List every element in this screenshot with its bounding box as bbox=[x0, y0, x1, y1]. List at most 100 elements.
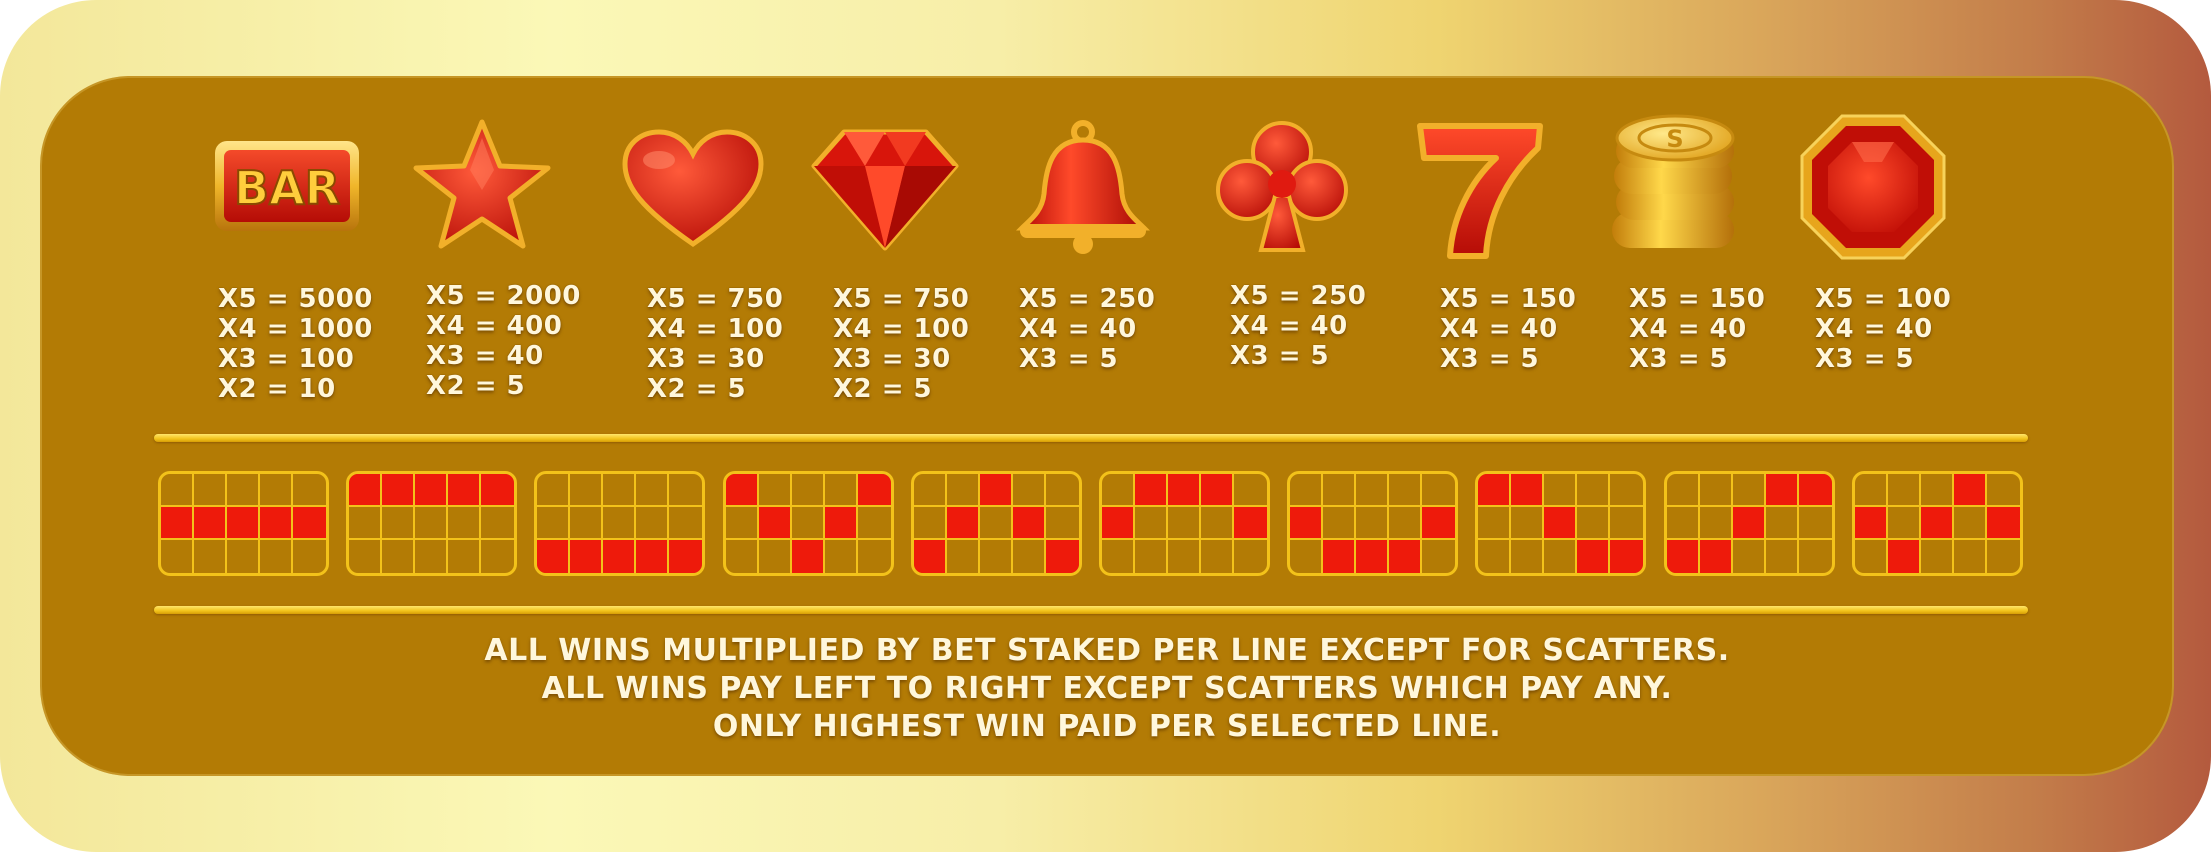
pay-line: X3 = 100 bbox=[218, 344, 355, 374]
pay-line: X4 = 100 bbox=[833, 314, 970, 344]
payline-cell-active bbox=[669, 540, 702, 573]
payline-cell bbox=[1013, 474, 1046, 507]
payline-cell-active bbox=[825, 507, 858, 540]
payline-cell-active bbox=[636, 540, 669, 573]
pay-line: X4 = 40 bbox=[1815, 314, 1933, 344]
bell-icon bbox=[1016, 120, 1150, 254]
rule-line: ONLY HIGHEST WIN PAID PER SELECTED LINE. bbox=[712, 709, 1502, 744]
pay-line: X3 = 5 bbox=[1019, 344, 1119, 374]
payline-cell-active bbox=[947, 507, 980, 540]
payline-cell bbox=[603, 474, 636, 507]
payline-cell bbox=[1234, 474, 1267, 507]
payline-cell bbox=[1323, 507, 1356, 540]
pay-line: X5 = 250 bbox=[1019, 284, 1156, 314]
payline-cell bbox=[1013, 540, 1046, 573]
payline-cell-active bbox=[1234, 507, 1267, 540]
payline-cell bbox=[1135, 540, 1168, 573]
payline-cell bbox=[1667, 474, 1700, 507]
pay-line: X5 = 5000 bbox=[218, 284, 373, 314]
payline-cell-active bbox=[194, 507, 227, 540]
payline-cell-active bbox=[1700, 540, 1733, 573]
payline-cell bbox=[1700, 507, 1733, 540]
payline-cell bbox=[1201, 540, 1234, 573]
payline-cell bbox=[1921, 474, 1954, 507]
payline-cell bbox=[570, 474, 603, 507]
payline-cell-active bbox=[1888, 540, 1921, 573]
payline-cell bbox=[194, 474, 227, 507]
payline-cell bbox=[726, 540, 759, 573]
payline-cell bbox=[759, 540, 792, 573]
seven-icon bbox=[1417, 123, 1543, 259]
gem-icon bbox=[1800, 114, 1946, 260]
payline-cell bbox=[1356, 507, 1389, 540]
payline-cell bbox=[1389, 474, 1422, 507]
payline-cell bbox=[1987, 540, 2020, 573]
payline-cell bbox=[636, 507, 669, 540]
payline-cell bbox=[858, 540, 891, 573]
payline-cell bbox=[914, 507, 947, 540]
payline-cell-active bbox=[415, 474, 448, 507]
pay-line: X2 = 5 bbox=[426, 371, 526, 401]
payline-grid-4 bbox=[723, 471, 894, 576]
rule-line: ALL WINS PAY LEFT TO RIGHT EXCEPT SCATTE… bbox=[541, 671, 1673, 706]
payline-cell bbox=[669, 474, 702, 507]
pay-line: X3 = 30 bbox=[647, 344, 765, 374]
payline-cell-active bbox=[1511, 474, 1544, 507]
payline-cell-active bbox=[537, 540, 570, 573]
payline-grid-3 bbox=[534, 471, 705, 576]
payline-cell-active bbox=[1389, 540, 1422, 573]
pay-line: X5 = 750 bbox=[833, 284, 970, 314]
payline-cell-active bbox=[980, 474, 1013, 507]
divider-top bbox=[154, 434, 2028, 442]
paytable-seven: X5 = 150 X4 = 40 X3 = 5 bbox=[1440, 284, 1576, 374]
payline-grid-6 bbox=[1099, 471, 1270, 576]
payline-cell bbox=[1667, 507, 1700, 540]
bar-icon: BAR bbox=[215, 141, 359, 231]
payline-cell bbox=[1954, 540, 1987, 573]
payline-cell bbox=[1323, 474, 1356, 507]
payline-cell bbox=[194, 540, 227, 573]
payline-cell-active bbox=[293, 507, 326, 540]
payline-cell bbox=[1422, 474, 1455, 507]
pay-line: X2 = 10 bbox=[218, 374, 336, 404]
payline-cell-active bbox=[1478, 474, 1511, 507]
payline-cell-active bbox=[1422, 507, 1455, 540]
payline-cell-active bbox=[382, 474, 415, 507]
payline-cell bbox=[726, 507, 759, 540]
payline-cell-active bbox=[1356, 540, 1389, 573]
payline-grid-5 bbox=[911, 471, 1082, 576]
payline-cell-active bbox=[759, 507, 792, 540]
payline-cell bbox=[1577, 507, 1610, 540]
payline-cell-active bbox=[1954, 474, 1987, 507]
payline-grid-7 bbox=[1287, 471, 1458, 576]
payline-cell bbox=[1855, 540, 1888, 573]
payline-cell bbox=[1511, 507, 1544, 540]
payline-cell bbox=[1290, 540, 1323, 573]
payline-cell bbox=[1544, 474, 1577, 507]
payline-cell bbox=[980, 507, 1013, 540]
payline-cell bbox=[1168, 540, 1201, 573]
payline-cell bbox=[349, 540, 382, 573]
payline-cell-active bbox=[481, 474, 514, 507]
payline-cell-active bbox=[1667, 540, 1700, 573]
payline-cell-active bbox=[260, 507, 293, 540]
heart-icon bbox=[622, 129, 764, 248]
payline-cell-active bbox=[1733, 507, 1766, 540]
pay-line: X2 = 5 bbox=[647, 374, 747, 404]
payline-cell-active bbox=[1610, 540, 1643, 573]
payline-cell bbox=[1921, 540, 1954, 573]
payline-cell bbox=[947, 474, 980, 507]
payline-cell bbox=[1046, 507, 1079, 540]
pay-line: X4 = 1000 bbox=[218, 314, 373, 344]
paytable-clover: X5 = 250 X4 = 40 X3 = 5 bbox=[1230, 281, 1366, 371]
payline-cell-active bbox=[1323, 540, 1356, 573]
payline-cell bbox=[1766, 540, 1799, 573]
payline-cell bbox=[825, 474, 858, 507]
symbol-clover bbox=[1211, 118, 1353, 256]
payline-cell bbox=[537, 474, 570, 507]
payline-cell bbox=[1577, 474, 1610, 507]
symbol-heart bbox=[621, 128, 765, 250]
payline-cell-active bbox=[1855, 507, 1888, 540]
payline-cell bbox=[382, 507, 415, 540]
payline-cell-active bbox=[1544, 507, 1577, 540]
